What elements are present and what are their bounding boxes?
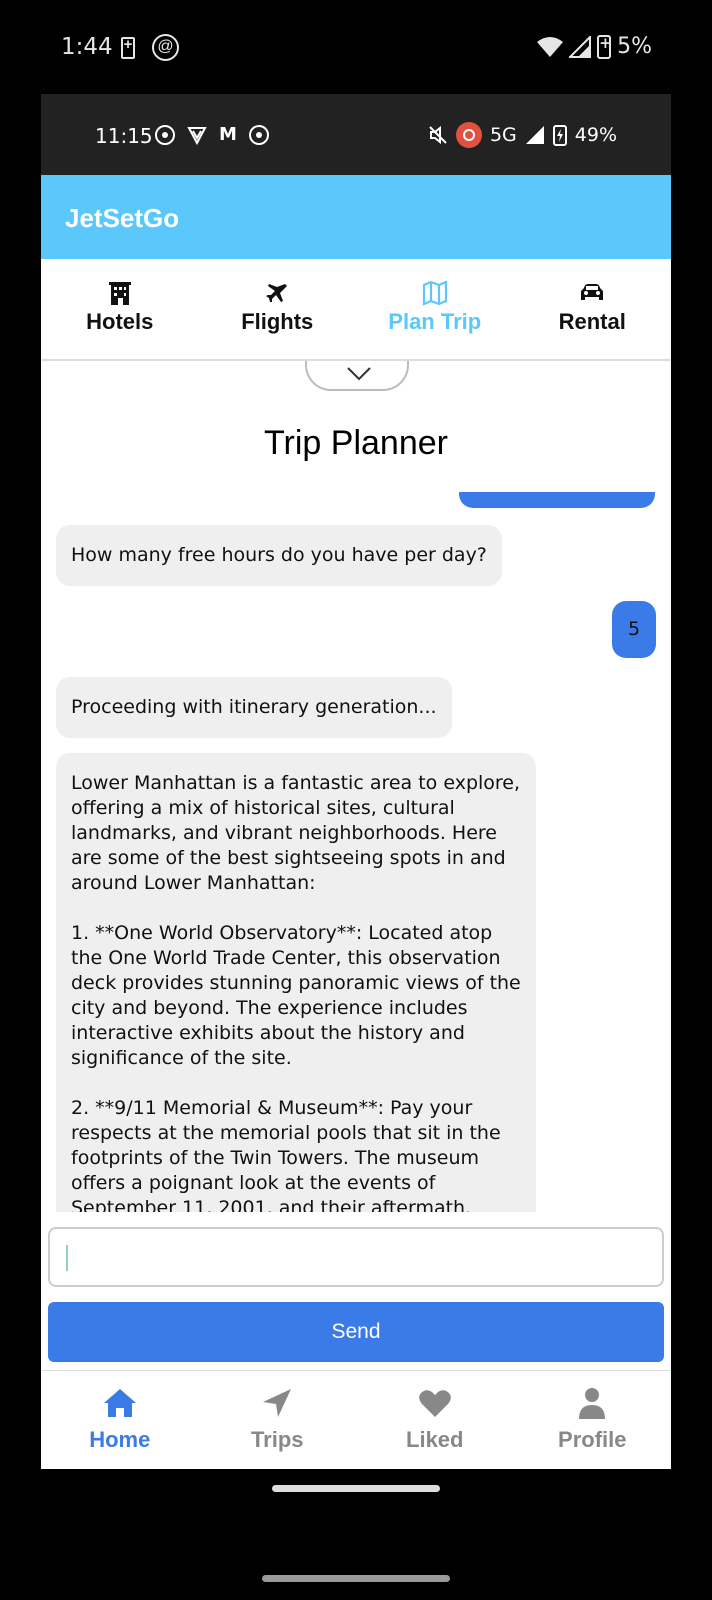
tab-label: Plan Trip xyxy=(388,309,482,334)
mute-icon xyxy=(429,125,447,145)
hotel-icon xyxy=(108,282,131,305)
send-button[interactable]: Send xyxy=(48,1302,664,1362)
bot-message: Proceeding with itinerary generation... xyxy=(56,677,452,738)
chat-thread[interactable]: How many free hours do you have per day?… xyxy=(41,492,671,1212)
tab-hotels[interactable]: Hotels xyxy=(41,259,199,359)
tab-label: Rental xyxy=(558,309,626,334)
app-screen: 11:15 M 5G 49% JetSetGo Hotels Flights P… xyxy=(41,94,671,1469)
record-icon xyxy=(155,124,175,145)
user-icon xyxy=(579,1388,606,1419)
app-status-bar: 11:15 M 5G 49% xyxy=(41,94,671,175)
nav-profile[interactable]: Profile xyxy=(514,1371,672,1469)
device-status-bar: 1:44 @ 5% xyxy=(0,0,712,94)
nav-home[interactable]: Home xyxy=(41,1371,199,1469)
plane-icon xyxy=(266,284,288,302)
navigation-icon xyxy=(263,1389,292,1417)
top-tabs: Hotels Flights Plan Trip Rental xyxy=(41,259,671,361)
device-home-indicator[interactable] xyxy=(262,1575,450,1582)
battery-icon xyxy=(552,125,567,146)
shield-v-icon xyxy=(187,126,207,145)
tab-plan-trip[interactable]: Plan Trip xyxy=(356,259,514,359)
car-icon xyxy=(581,284,604,300)
at-sign-icon: @ xyxy=(152,34,179,61)
bot-itinerary-message: Lower Manhattan is a fantastic area to e… xyxy=(56,753,536,1212)
app-title: JetSetGo xyxy=(65,203,180,233)
user-message: 5 xyxy=(612,601,656,658)
tab-flights[interactable]: Flights xyxy=(199,259,357,359)
heart-icon xyxy=(418,1390,451,1417)
recording-indicator-icon xyxy=(455,122,482,148)
chevron-down-icon xyxy=(347,367,371,381)
nav-trips[interactable]: Trips xyxy=(199,1371,357,1469)
device-battery-level: 5% xyxy=(617,34,652,59)
signal-icon xyxy=(525,126,544,144)
gmail-icon: M xyxy=(219,124,237,145)
page-title: Trip Planner xyxy=(264,424,448,462)
nav-label: Liked xyxy=(406,1427,464,1452)
app-home-indicator[interactable] xyxy=(272,1485,440,1492)
nav-liked[interactable]: Liked xyxy=(356,1371,514,1469)
tab-label: Flights xyxy=(241,309,314,334)
battery-icon xyxy=(597,34,612,59)
map-icon xyxy=(422,280,447,306)
text-caret xyxy=(66,1245,68,1271)
message-input[interactable] xyxy=(48,1227,664,1287)
tab-rental[interactable]: Rental xyxy=(514,259,672,359)
device-time: 1:44 xyxy=(61,34,113,60)
battery-level: 49% xyxy=(574,124,617,146)
user-message-bubble xyxy=(459,492,655,508)
nav-label: Trips xyxy=(250,1427,304,1452)
nav-label: Home xyxy=(89,1427,151,1452)
tab-label: Hotels xyxy=(86,309,154,334)
status-time: 11:15 xyxy=(95,124,153,148)
collapse-handle[interactable] xyxy=(305,361,409,391)
app-header: JetSetGo xyxy=(41,175,671,259)
nav-label: Profile xyxy=(558,1427,627,1452)
bottom-navigation: Home Trips Liked Profile xyxy=(41,1370,671,1469)
cellular-icon xyxy=(569,35,592,58)
network-type: 5G xyxy=(489,124,517,146)
battery-charging-icon xyxy=(121,36,135,59)
home-icon xyxy=(103,1389,136,1417)
record-icon-2 xyxy=(248,124,269,145)
wifi-icon xyxy=(537,36,564,57)
bot-message: How many free hours do you have per day? xyxy=(56,525,502,586)
